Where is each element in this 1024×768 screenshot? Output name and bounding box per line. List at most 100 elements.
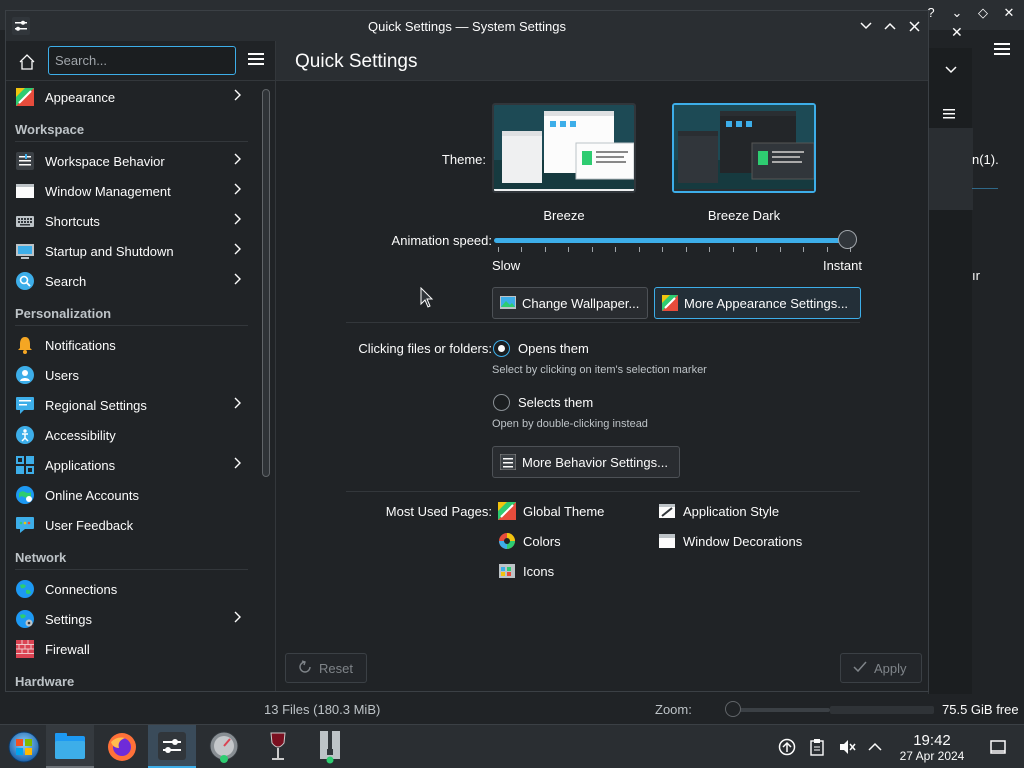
- most-used-application-style[interactable]: Application Style: [658, 502, 779, 520]
- sidebar-item-window-management[interactable]: Window Management: [6, 176, 256, 206]
- apply-button[interactable]: Apply: [840, 653, 922, 683]
- background-text-fragment: n(1).: [972, 152, 999, 167]
- taskbar-file-manager[interactable]: [46, 725, 94, 768]
- theme-name-breeze-dark: Breeze Dark: [707, 208, 781, 223]
- most-used-global-theme[interactable]: Global Theme: [498, 502, 604, 520]
- sidebar-item-label: Window Management: [45, 184, 171, 199]
- search-input[interactable]: [48, 46, 236, 75]
- opens-them-radio[interactable]: [493, 340, 510, 357]
- animation-speed-slider[interactable]: [494, 238, 854, 243]
- sidebar-item-label: Search: [45, 274, 87, 289]
- taskbar-system-settings[interactable]: [148, 725, 196, 768]
- sidebar-scrollbar[interactable]: [262, 89, 270, 477]
- start-menu-button[interactable]: [0, 725, 48, 768]
- more-appearance-settings-button[interactable]: More Appearance Settings...: [654, 287, 861, 319]
- zoom-slider[interactable]: [730, 708, 830, 712]
- volume-muted-icon[interactable]: [838, 738, 856, 756]
- most-used-colors[interactable]: Colors: [498, 532, 561, 550]
- wine-icon: [270, 732, 286, 760]
- section-divider: [15, 569, 248, 570]
- slider-tick: [709, 247, 711, 252]
- minimize-icon[interactable]: [857, 17, 875, 35]
- home-icon: [19, 54, 35, 70]
- taskbar-archive[interactable]: [306, 725, 354, 768]
- clock-time[interactable]: 19:42: [890, 732, 974, 749]
- most-used-pages-label: Most Used Pages:: [385, 504, 492, 519]
- update-notifier-icon[interactable]: [778, 738, 796, 756]
- hamburger-menu-icon[interactable]: [994, 42, 1010, 59]
- sidebar-item-label: Firewall: [45, 642, 90, 657]
- keep-above-icon[interactable]: ◇: [976, 5, 990, 21]
- most-used-window-decorations[interactable]: Window Decorations: [658, 532, 802, 550]
- chevron-right-icon: [234, 243, 246, 257]
- more-appearance-settings-label: More Appearance Settings...: [684, 295, 849, 311]
- sidebar-item-network-settings[interactable]: Settings: [6, 604, 256, 634]
- sidebar-item-label: User Feedback: [45, 518, 134, 533]
- selects-them-label[interactable]: Selects them: [518, 395, 593, 410]
- theme-label: Theme:: [441, 152, 486, 167]
- clipboard-icon[interactable]: [808, 738, 826, 756]
- close-icon[interactable]: ✕: [951, 24, 963, 41]
- sidebar-item-label: Workspace Behavior: [45, 154, 165, 169]
- applications-icon: [16, 456, 34, 474]
- sidebar-item-appearance[interactable]: Appearance: [6, 82, 256, 112]
- change-wallpaper-label: Change Wallpaper...: [522, 295, 640, 311]
- chevron-right-icon: [234, 273, 246, 287]
- hamburger-menu-button[interactable]: [246, 50, 266, 70]
- most-used-icons[interactable]: Icons: [498, 562, 554, 580]
- theme-card-breeze-dark[interactable]: [672, 103, 816, 193]
- slider-min-label: Slow: [492, 258, 521, 273]
- sidebar-item-shortcuts[interactable]: Shortcuts: [6, 206, 256, 236]
- sidebar-item-users[interactable]: Users: [6, 360, 256, 390]
- sidebar-item-notifications[interactable]: Notifications: [6, 330, 256, 360]
- sidebar-item-label: Accessibility: [45, 428, 116, 443]
- taskbar-disk-usage[interactable]: [200, 725, 248, 768]
- sidebar-item-accessibility[interactable]: Accessibility: [6, 420, 256, 450]
- chevron-right-icon: [234, 89, 246, 103]
- sidebar-item-regional-settings[interactable]: Regional Settings: [6, 390, 256, 420]
- taskbar-wine[interactable]: [254, 725, 302, 768]
- home-button[interactable]: [14, 49, 40, 75]
- appearance-icon: [662, 295, 678, 311]
- opens-them-label[interactable]: Opens them: [518, 341, 589, 356]
- close-icon[interactable]: [905, 17, 923, 35]
- minimize-icon[interactable]: ⌄: [950, 5, 964, 21]
- chevron-down-icon[interactable]: [945, 62, 957, 77]
- reset-icon: [298, 659, 312, 677]
- selects-them-radio[interactable]: [493, 394, 510, 411]
- sidebar-item-applications[interactable]: Applications: [6, 450, 256, 480]
- window-decorations-label: Window Decorations: [683, 533, 803, 549]
- change-wallpaper-button[interactable]: Change Wallpaper...: [492, 287, 648, 319]
- sidebar-item-firewall[interactable]: Firewall: [6, 634, 256, 664]
- sidebar-item-startup-and-shutdown[interactable]: Startup and Shutdown: [6, 236, 256, 266]
- theme-card-breeze[interactable]: [492, 103, 636, 193]
- animation-speed-slider-handle[interactable]: [838, 230, 857, 249]
- online-accounts-icon: [16, 486, 34, 504]
- list-icon[interactable]: [943, 106, 955, 122]
- sidebar-item-connections[interactable]: Connections: [6, 574, 256, 604]
- more-behavior-settings-button[interactable]: More Behavior Settings...: [492, 446, 680, 478]
- show-desktop-icon[interactable]: [989, 738, 1007, 756]
- sidebar-item-user-feedback[interactable]: User Feedback: [6, 510, 256, 540]
- reset-button[interactable]: Reset: [285, 653, 367, 683]
- breeze-theme-preview: [494, 105, 634, 191]
- application-style-icon: [658, 502, 676, 520]
- maximize-icon[interactable]: [881, 17, 899, 35]
- window-titlebar[interactable]: Quick Settings — System Settings: [6, 11, 928, 41]
- mouse-cursor-icon: [420, 287, 434, 308]
- sidebar-item-label: Online Accounts: [45, 488, 139, 503]
- sidebar-item-label: Connections: [45, 582, 118, 597]
- sidebar-item-search[interactable]: Search: [6, 266, 256, 296]
- taskbar-firefox[interactable]: [98, 725, 146, 768]
- window-decorations-icon: [658, 532, 676, 550]
- sidebar-item-workspace-behavior[interactable]: Workspace Behavior: [6, 146, 256, 176]
- feedback-icon: [16, 516, 34, 534]
- slider-tick: [803, 247, 805, 252]
- apply-label: Apply: [874, 660, 907, 676]
- zoom-slider-handle[interactable]: [725, 701, 741, 717]
- sidebar-item-online-accounts[interactable]: Online Accounts: [6, 480, 256, 510]
- tray-expand-icon[interactable]: [866, 738, 884, 756]
- clock-date[interactable]: 27 Apr 2024: [886, 749, 978, 763]
- accessibility-icon: [16, 426, 34, 444]
- close-icon[interactable]: ✕: [1002, 5, 1016, 21]
